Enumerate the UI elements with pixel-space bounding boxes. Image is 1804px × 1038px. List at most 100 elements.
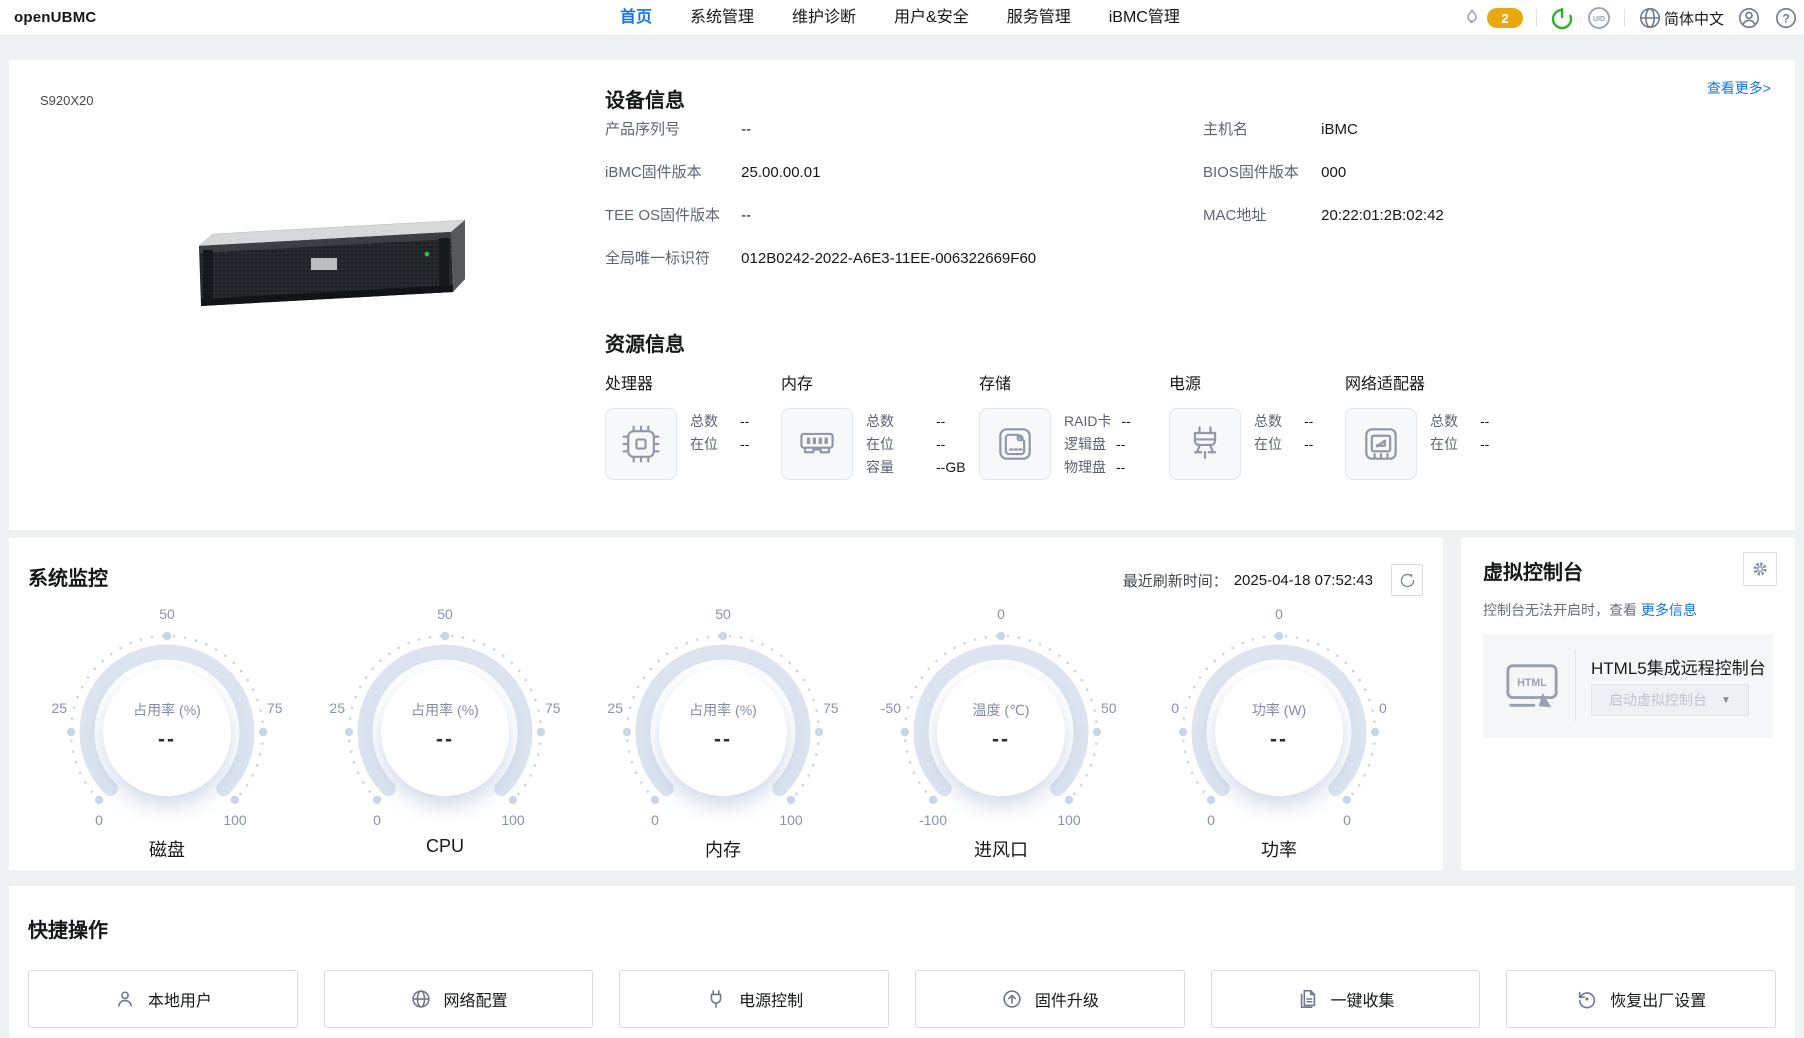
stat-value: -- <box>740 413 750 429</box>
svg-text:HTML: HTML <box>1517 677 1547 689</box>
network-config-button[interactable]: 网络配置 <box>323 970 594 1028</box>
more-info-link[interactable]: 更多信息 <box>1641 602 1697 618</box>
launch-console-button[interactable]: 启动虚拟控制台 ▼ <box>1591 684 1749 716</box>
stat-value: -- <box>1304 413 1314 429</box>
field-label: iBMC固件版本 <box>605 164 702 181</box>
stat-label: 总数 <box>1254 413 1282 429</box>
help-icon[interactable]: ? <box>1774 6 1798 30</box>
view-more-link[interactable]: 查看更多> <box>1707 78 1771 98</box>
header-actions: 2 UID 简体中文 ? <box>1462 0 1798 36</box>
uid-icon[interactable]: UID <box>1587 6 1611 30</box>
nav-home[interactable]: 首页 <box>620 0 652 36</box>
nav-system-management[interactable]: 系统管理 <box>690 0 754 36</box>
power-control-button[interactable]: 电源控制 <box>619 970 890 1028</box>
one-click-collect-button[interactable]: 一键收集 <box>1210 970 1481 1028</box>
network-config-icon <box>410 988 432 1010</box>
quick-action-label: 网络配置 <box>443 993 508 1010</box>
server-model-label: S920X20 <box>40 93 94 108</box>
resource-card-name: 网络适配器 <box>1345 376 1426 393</box>
stat-value: -- <box>1304 436 1314 452</box>
power-status-icon[interactable] <box>1550 6 1574 30</box>
gauge-memory: 50 25 75 0 100 占用率 (%) -- 内存 <box>593 602 853 868</box>
resource-card-power: 电源 总数 -- 在位 -- <box>1169 370 1345 480</box>
stat-row: 在位 -- <box>1254 433 1313 456</box>
storage-icon <box>979 408 1051 480</box>
stat-row: 容量 --GB <box>866 456 966 479</box>
field-teeos-firmware: TEE OS固件版本 -- <box>605 206 1036 226</box>
nav-maintenance-diagnosis[interactable]: 维护诊断 <box>792 0 856 36</box>
stat-value: -- <box>936 413 946 429</box>
gauge-tick: 0 <box>1379 700 1387 716</box>
field-bios-firmware: BIOS固件版本 000 <box>1203 163 1444 183</box>
firmware-upgrade-icon <box>1001 988 1023 1010</box>
gauge-tick: 25 <box>607 700 623 716</box>
gauge-value: -- <box>992 728 1010 751</box>
divider <box>1623 9 1625 27</box>
stat-value: -- <box>1116 459 1126 475</box>
stat-label: 在位 <box>690 436 718 452</box>
gauge-tick: -100 <box>918 812 948 828</box>
gauge-metric-label: 占用率 (%) <box>133 702 201 718</box>
local-user-button[interactable]: 本地用户 <box>28 970 298 1028</box>
stat-label: 在位 <box>1254 436 1282 452</box>
gauge-tick: 75 <box>545 700 561 716</box>
gauge-name: 进风口 <box>974 840 1028 860</box>
field-hostname: 主机名 iBMC <box>1203 120 1444 140</box>
server-image <box>198 219 465 306</box>
gauge-tick: 100 <box>1057 812 1081 828</box>
stat-value: -- <box>1121 413 1131 429</box>
gauge-name: 功率 <box>1261 840 1297 860</box>
field-value: iBMC <box>1321 121 1358 138</box>
nav-service-management[interactable]: 服务管理 <box>1007 0 1071 36</box>
field-label: TEE OS固件版本 <box>605 207 721 224</box>
stat-row: 在位 -- <box>866 433 966 456</box>
language-selector[interactable]: 简体中文 <box>1638 6 1724 30</box>
stat-row: 总数 -- <box>1254 410 1313 433</box>
power-control-icon <box>705 988 727 1010</box>
user-account-icon[interactable] <box>1737 6 1761 30</box>
main-nav: 首页 系统管理 维护诊断 用户&安全 服务管理 iBMC管理 <box>620 0 1180 36</box>
alarm-indicator[interactable]: 2 <box>1462 7 1523 29</box>
nav-ibmc-management[interactable]: iBMC管理 <box>1109 0 1180 36</box>
resource-card-name: 内存 <box>781 376 814 393</box>
gauge-tick: 50 <box>715 606 731 622</box>
nav-user-security[interactable]: 用户&安全 <box>894 0 969 36</box>
gauge-tick: 0 <box>1171 700 1179 716</box>
stat-row: 在位 -- <box>1430 433 1489 456</box>
gauge-tick: 75 <box>823 700 839 716</box>
refresh-button[interactable] <box>1391 564 1423 596</box>
ibmc-dashboard: openUBMC 首页 系统管理 维护诊断 用户&安全 服务管理 iBMC管理 … <box>0 0 1804 1038</box>
gauge-value: -- <box>1270 728 1288 751</box>
field-ibmc-firmware: iBMC固件版本 25.00.00.01 <box>605 163 1036 183</box>
gauge-name: 内存 <box>705 840 741 860</box>
gauge-metric-label: 温度 (℃) <box>972 702 1030 718</box>
gauge-center: 占用率 (%) -- <box>659 668 787 796</box>
firmware-upgrade-button[interactable]: 固件升级 <box>915 970 1185 1028</box>
quick-actions-panel: 快捷操作 本地用户 网络配置 电源控制 固件升级 一键收集 恢复出厂设置 <box>9 886 1795 1038</box>
gauge-power: 0 0 0 0 0 功率 (W) -- 功率 <box>1149 602 1409 868</box>
field-label: 产品序列号 <box>605 121 681 138</box>
quick-action-label: 恢复出厂设置 <box>1610 993 1707 1010</box>
divider <box>1535 9 1537 27</box>
factory-reset-button[interactable]: 恢复出厂设置 <box>1506 970 1777 1028</box>
stat-row: 物理盘 -- <box>1064 456 1131 479</box>
gauge-metric-label: 功率 (W) <box>1251 702 1307 718</box>
gauge-tick: -50 <box>880 700 901 716</box>
quick-actions-row: 本地用户 网络配置 电源控制 固件升级 一键收集 恢复出厂设置 <box>28 970 1777 1028</box>
gauge-name: CPU <box>425 836 464 856</box>
system-monitor-title: 系统监控 <box>28 568 108 590</box>
gauge-tick: 0 <box>651 812 659 828</box>
gauge-tick: 0 <box>373 812 381 828</box>
factory-reset-icon <box>1576 988 1598 1010</box>
refresh-time-value: 2025-04-18 07:52:43 <box>1233 571 1373 589</box>
gauge-tick: 100 <box>223 812 247 828</box>
field-product-serial: 产品序列号 -- <box>605 120 1036 140</box>
gauge-tick: 50 <box>1101 700 1117 716</box>
field-mac-address: MAC地址 20:22:01:2B:02:42 <box>1203 206 1444 226</box>
openubmc-logo: openUBMC <box>14 9 97 26</box>
console-settings-button[interactable] <box>1743 552 1777 586</box>
gauge-center: 占用率 (%) -- <box>103 668 231 796</box>
console-hint-text: 控制台无法开启时，查看 <box>1483 602 1641 618</box>
field-value: -- <box>741 121 752 138</box>
resource-card-name: 处理器 <box>605 376 654 393</box>
